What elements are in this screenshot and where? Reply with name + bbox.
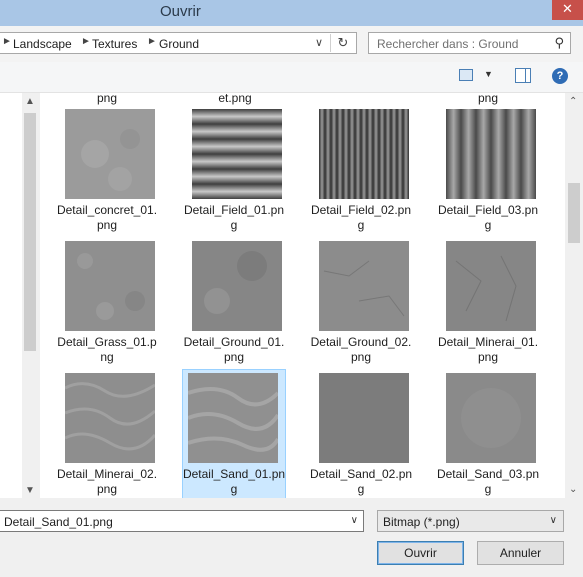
search-input[interactable]: Rechercher dans : Ground ⚲ — [368, 32, 571, 54]
scroll-down-icon[interactable]: ⌄ — [569, 484, 577, 495]
file-thumbnail — [65, 373, 155, 463]
breadcrumb-landscape[interactable]: Landscape — [13, 37, 72, 51]
cancel-button[interactable]: Annuler — [477, 541, 564, 565]
file-item[interactable]: Detail_Grass_01.png — [55, 237, 159, 367]
breadcrumb-textures[interactable]: Textures — [92, 37, 137, 51]
breadcrumb-chevron-icon[interactable]: ► — [2, 36, 12, 47]
refresh-icon[interactable]: ↻ — [330, 34, 355, 52]
file-item[interactable]: Detail_Field_02.png — [309, 105, 413, 235]
file-item[interactable]: Detail_Sand_02.png — [309, 369, 413, 498]
file-name: Detail_Ground_02.png — [310, 335, 412, 364]
file-thumbnail — [446, 241, 536, 331]
partial-item-label: et.png — [218, 93, 252, 105]
file-name: Detail_Minerai_02.png — [56, 467, 158, 496]
file-name: Detail_Field_01.png — [183, 203, 285, 232]
file-item[interactable]: Detail_Minerai_01.png — [436, 237, 540, 367]
help-icon[interactable]: ? — [552, 68, 568, 84]
file-name: Detail_Sand_02.png — [309, 467, 413, 496]
file-name: Detail_Field_03.png — [437, 203, 539, 232]
file-item[interactable]: Detail_Minerai_02.png — [55, 369, 159, 498]
chevron-down-icon[interactable]: ∨ — [550, 515, 557, 526]
file-thumbnail — [319, 109, 409, 199]
preview-pane-icon[interactable] — [515, 68, 531, 83]
file-list-scrollbar-thumb[interactable] — [568, 183, 580, 243]
file-thumbnail — [65, 109, 155, 199]
file-name: Detail_Minerai_01.png — [437, 335, 539, 364]
partial-item-label: png — [96, 93, 118, 105]
breadcrumb-chevron-icon[interactable]: ► — [81, 36, 91, 47]
file-item[interactable]: Detail_Sand_03.png — [436, 369, 540, 498]
file-name: Detail_Sand_01.png — [182, 467, 286, 496]
file-name: Detail_concret_01.png — [56, 203, 158, 232]
view-options-icon[interactable] — [459, 69, 473, 81]
file-item[interactable]: Detail_concret_01.png — [55, 105, 159, 235]
partial-item-label: png — [477, 93, 499, 105]
file-name: Detail_Ground_01.png — [183, 335, 285, 364]
file-item[interactable]: Detail_Ground_02.png — [309, 237, 413, 367]
filetype-select[interactable]: Bitmap (*.png) ∨ — [377, 510, 564, 532]
breadcrumb-ground[interactable]: Ground — [159, 37, 199, 51]
address-bar[interactable]: ► Landscape ► Textures ► Ground ∨ ↻ — [0, 32, 357, 54]
window-title: Ouvrir — [160, 3, 201, 20]
breadcrumb-chevron-icon[interactable]: ► — [147, 36, 157, 47]
filetype-value: Bitmap (*.png) — [383, 515, 460, 529]
file-item[interactable]: Detail_Field_01.png — [182, 105, 286, 235]
toolbar: ▼ ? — [0, 62, 583, 93]
file-list: png et.png png Detail_concret_01.png Det… — [40, 93, 565, 498]
navigation-pane: ▲ ▼ — [0, 93, 39, 498]
file-item[interactable]: Detail_Ground_01.png — [182, 237, 286, 367]
close-button[interactable]: ✕ — [552, 0, 583, 20]
dialog-footer: Detail_Sand_01.png ∨ Bitmap (*.png) ∨ Ou… — [0, 498, 583, 577]
chevron-down-icon[interactable]: ∨ — [315, 36, 323, 49]
file-name: Detail_Field_02.png — [310, 203, 412, 232]
address-bar-row: ► Landscape ► Textures ► Ground ∨ ↻ Rech… — [0, 26, 583, 62]
scroll-down-icon[interactable]: ▼ — [25, 485, 35, 496]
file-name: Detail_Grass_01.png — [57, 335, 157, 364]
file-item[interactable]: Detail_Field_03.png — [436, 105, 540, 235]
file-item-selected[interactable]: Detail_Sand_01.png — [182, 369, 286, 498]
chevron-down-icon[interactable]: ∨ — [351, 515, 358, 526]
open-button[interactable]: Ouvrir — [377, 541, 464, 565]
file-name: Detail_Sand_03.png — [436, 467, 540, 496]
file-list-scrollbar[interactable]: ⌃ ⌄ — [565, 93, 583, 498]
filename-field[interactable]: Detail_Sand_01.png ∨ — [0, 510, 364, 532]
search-placeholder: Rechercher dans : Ground — [377, 37, 519, 51]
file-thumbnail — [192, 109, 282, 199]
filename-value[interactable]: Detail_Sand_01.png — [4, 515, 113, 529]
scroll-up-icon[interactable]: ⌃ — [569, 96, 577, 107]
search-icon[interactable]: ⚲ — [554, 35, 564, 51]
file-thumbnail — [192, 241, 282, 331]
title-bar: Ouvrir ✕ — [0, 0, 583, 26]
navigation-scrollbar-thumb[interactable] — [24, 113, 36, 351]
file-thumbnail — [319, 373, 409, 463]
file-thumbnail — [188, 373, 278, 463]
file-thumbnail — [65, 241, 155, 331]
file-thumbnail — [446, 373, 536, 463]
file-thumbnail — [319, 241, 409, 331]
chevron-down-icon[interactable]: ▼ — [484, 69, 493, 79]
file-thumbnail — [446, 109, 536, 199]
scroll-up-icon[interactable]: ▲ — [25, 96, 35, 107]
